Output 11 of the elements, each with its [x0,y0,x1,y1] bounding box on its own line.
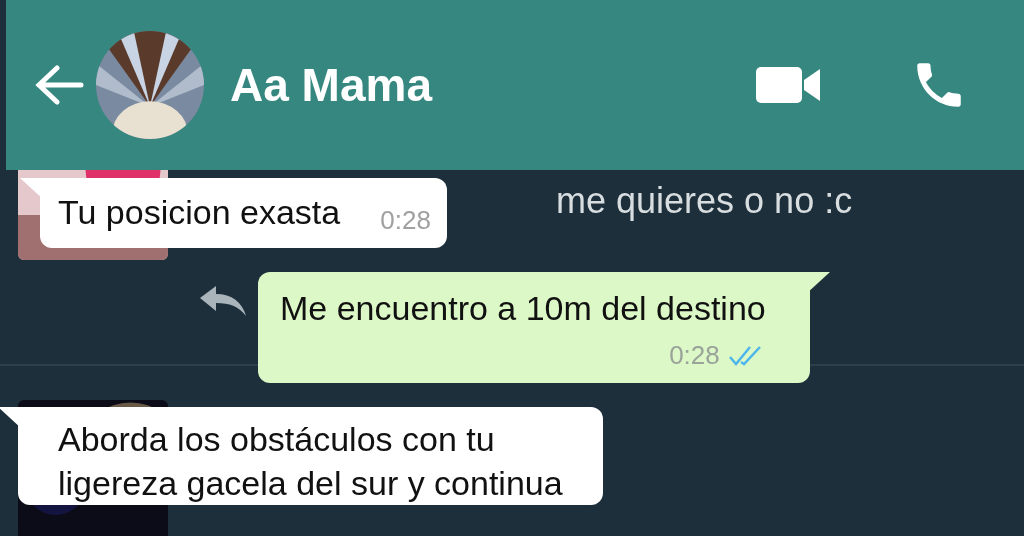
reply-arrow-icon [200,286,246,316]
back-arrow-icon [35,65,85,105]
message-time: 0:28 [380,204,431,237]
message-text: ligereza gacela del sur y continua [58,463,563,504]
video-camera-icon [756,65,822,105]
contact-name[interactable]: Aa Mama [230,50,432,120]
message-text: Aborda los obstáculos con tu [58,419,496,460]
message-text: Me encuentro a 10m del destino [280,288,766,329]
message-text: Tu posicion exasta [58,192,341,233]
wallpaper-text: me quieres o no :c [556,179,853,223]
message-time: 0:28 [669,339,720,372]
